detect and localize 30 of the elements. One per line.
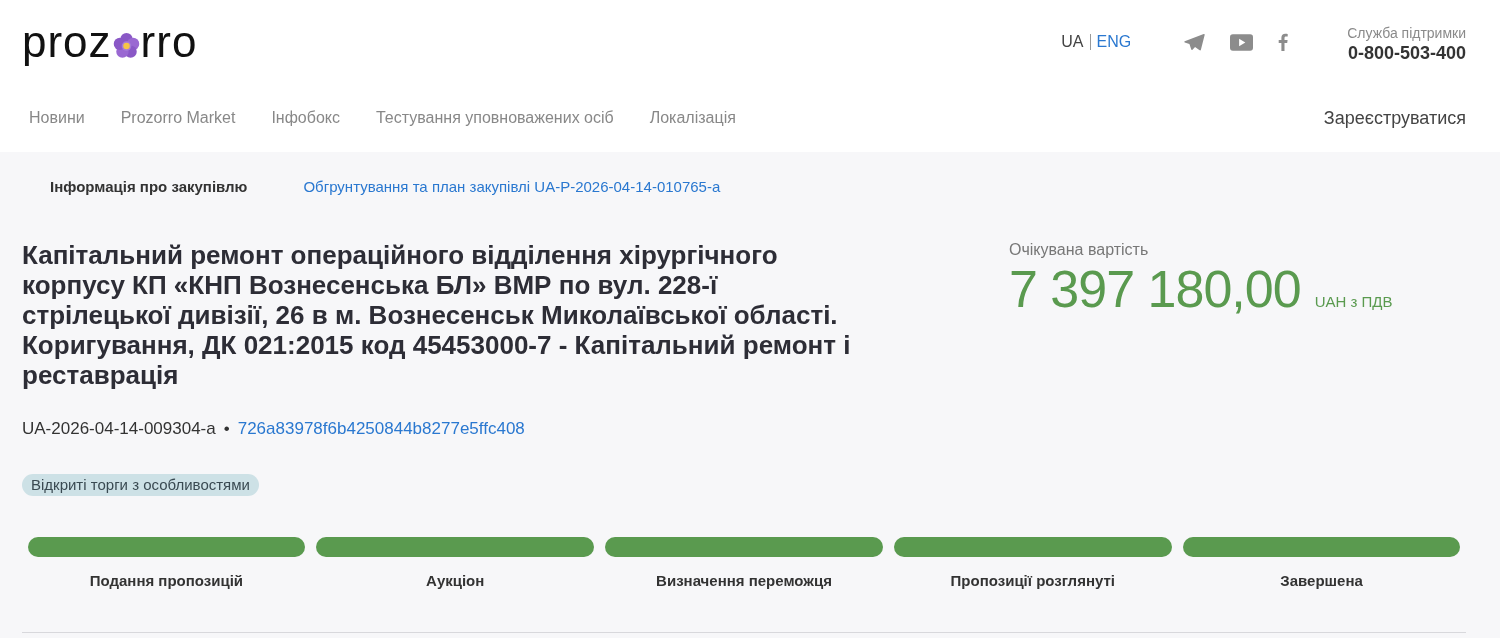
nav-link[interactable]: Prozorro Market xyxy=(113,102,243,134)
price-amount: 7 397 180,00 xyxy=(1009,260,1301,318)
language-link[interactable]: ENG xyxy=(1096,32,1132,52)
bullet-separator: • xyxy=(223,418,230,440)
tender-hash-link[interactable]: 726a83978f6b4250844b8277e5ffc408 xyxy=(237,417,525,441)
tender-id: UA-2026-04-14-009304-a xyxy=(22,418,216,440)
flower-icon xyxy=(112,32,140,59)
price-currency: UAH з ПДВ xyxy=(1314,292,1393,312)
nav-link[interactable]: Локалізація xyxy=(642,102,743,134)
stage-label: Визначення переможця xyxy=(655,571,833,591)
nav-link[interactable]: Інфобокс xyxy=(264,102,347,134)
nav-link[interactable]: Новини xyxy=(22,102,92,134)
stage-label: Завершена xyxy=(1279,571,1364,591)
price-label: Очікувана вартість xyxy=(1009,240,1150,260)
paper-plane-icon[interactable] xyxy=(1184,33,1206,51)
support-phone: 0-800-503-400 xyxy=(1347,42,1466,64)
stage-label: Аукціон xyxy=(425,571,486,591)
language-link[interactable]: UA xyxy=(1061,32,1084,52)
register-link[interactable]: Зареєструватися xyxy=(1323,104,1466,132)
nav-link[interactable]: Тестування уповноважених осіб xyxy=(368,102,621,134)
tender-title: Капітальний ремонт операційного відділення хірургічного корпусу КП «КНП Вознесенська БЛ» ВМР по вул. 228-ї стрілецької дивізії, 26 в м. Вознесенськ Миколаївської області. Коригування, ДК 021:2015 код 45453000-7 - Капітальний ремонт і реставрація xyxy=(22,240,852,390)
play-button-icon[interactable] xyxy=(1230,33,1254,51)
procedure-badge: Відкриті торги з особливостями xyxy=(22,474,259,496)
tab[interactable]: Інформація про закупівлю xyxy=(22,167,276,207)
support-label: Служба підтримки xyxy=(1347,24,1466,42)
tab[interactable]: Обгрунтування та план закупівлі UA-P-2026-04-14-010765-a xyxy=(275,167,749,207)
logo-link[interactable]: proz rro xyxy=(22,20,198,64)
letter-f-icon[interactable] xyxy=(1278,33,1289,51)
stage-label: Пропозиції розглянуті xyxy=(949,571,1116,591)
stage-label: Подання пропозицій xyxy=(88,571,245,591)
